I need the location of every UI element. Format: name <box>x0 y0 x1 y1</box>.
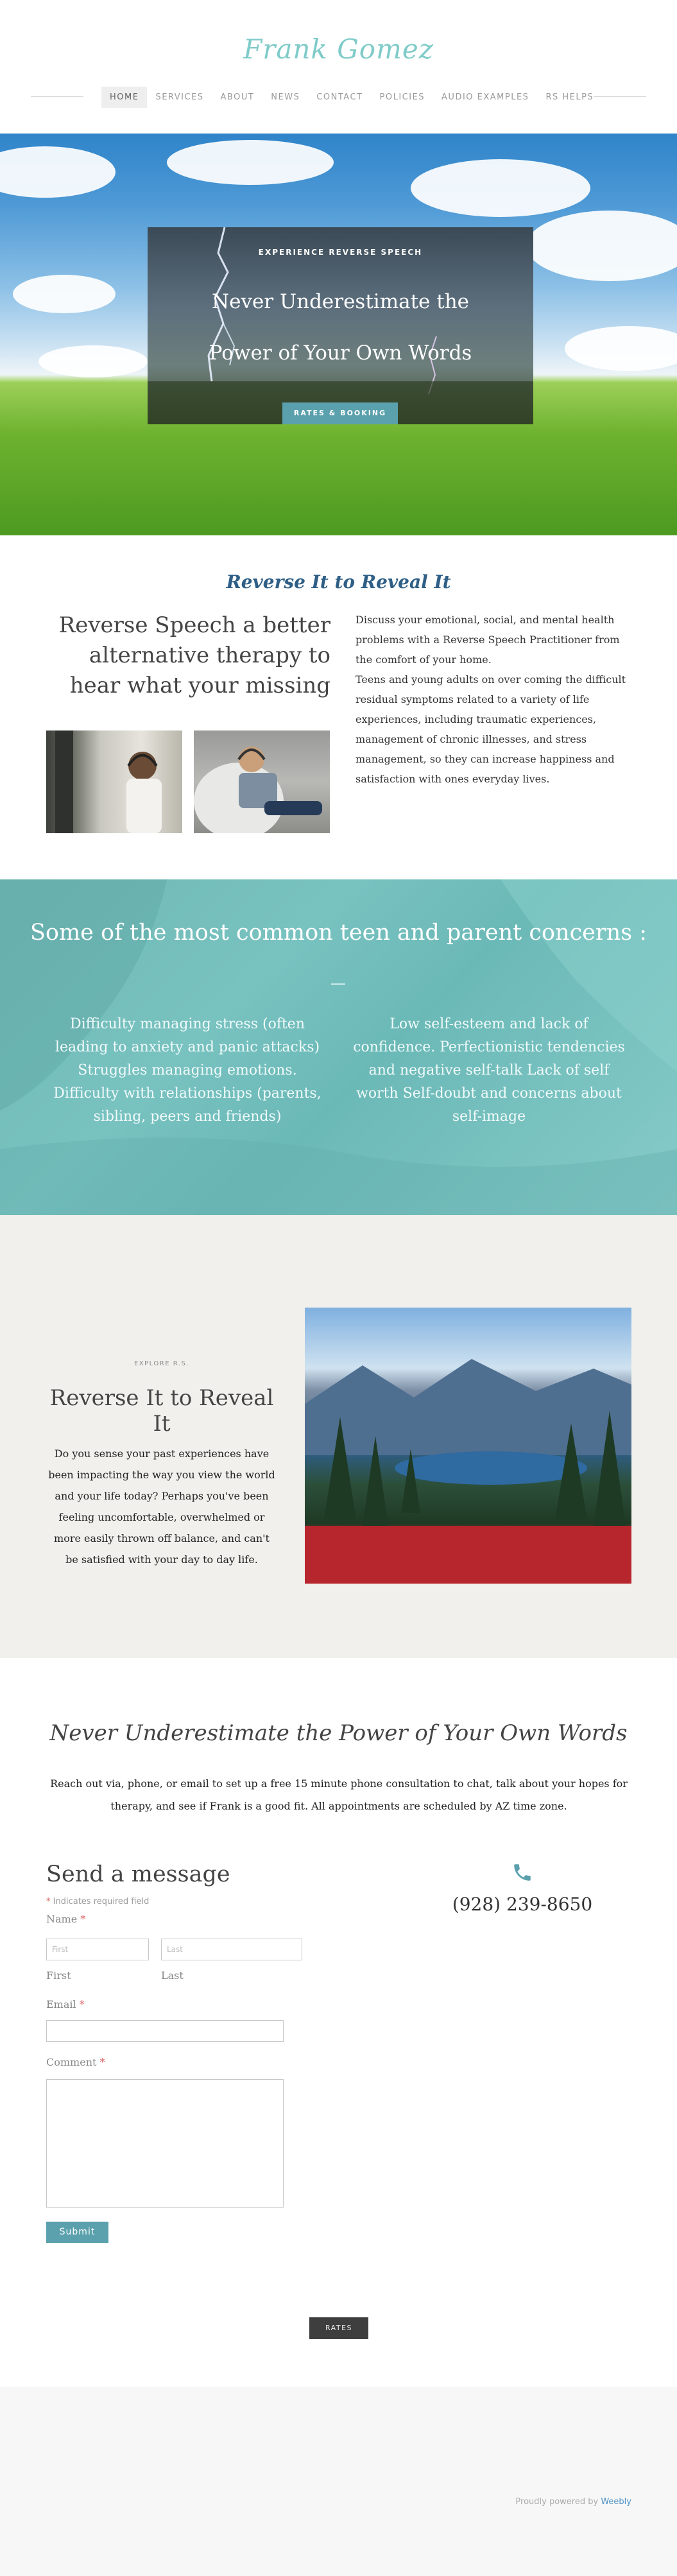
nav-contact[interactable]: CONTACT <box>308 87 371 108</box>
cloud-decoration <box>0 146 116 198</box>
concerns-section: Some of the most common teen and parent … <box>0 879 677 1215</box>
first-name-sublabel: First <box>46 1969 71 1982</box>
main-nav: HOME SERVICES ABOUT NEWS CONTACT POLICIE… <box>101 87 602 108</box>
powered-by-text: Proudly powered by <box>515 2497 599 2507</box>
explore-section: EXPLORE R.S. Reverse It to Reveal It Do … <box>0 1215 677 1658</box>
explore-body: Do you sense your past experiences have … <box>48 1448 275 1566</box>
submit-button[interactable]: Submit <box>46 2222 108 2243</box>
nav-services[interactable]: SERVICES <box>147 87 212 108</box>
hero-banner: EXPERIENCE REVERSE SPEECH Never Underest… <box>0 134 677 535</box>
required-note: * Indicates required field <box>46 1897 149 1906</box>
phone-icon <box>514 1864 531 1881</box>
required-star: * <box>79 1998 85 2010</box>
required-note-text: Indicates required field <box>53 1897 150 1906</box>
contact-title: Never Underestimate the Power of Your Ow… <box>49 1720 628 1746</box>
email-input[interactable] <box>46 2020 284 2042</box>
hero-eyebrow: EXPERIENCE REVERSE SPEECH <box>258 248 423 257</box>
weebly-link[interactable]: Weebly <box>601 2497 631 2507</box>
hero-title-line2: Power of Your Own Words <box>209 341 472 365</box>
rates-button[interactable]: RATES <box>309 2317 368 2339</box>
hero-card: EXPERIENCE REVERSE SPEECH Never Underest… <box>148 227 533 424</box>
intro-heading: Reverse Speech a better alternative ther… <box>58 612 330 698</box>
last-name-sublabel: Last <box>161 1969 184 1982</box>
name-label: Name * <box>46 1913 85 1925</box>
landscape-illustration <box>305 1359 631 1584</box>
cloud-decoration <box>39 345 148 377</box>
nav-divider-left <box>31 96 83 97</box>
teen-headphones-photo <box>46 730 182 833</box>
nav-news[interactable]: NEWS <box>262 87 308 108</box>
cloud-decoration <box>565 326 677 371</box>
phone-number[interactable]: (928) 239-8650 <box>440 1894 604 1915</box>
cloud-decoration <box>167 140 334 185</box>
intro-body: Discuss your emotional, social, and ment… <box>356 610 633 789</box>
intro-paragraph-1: Discuss your emotional, social, and ment… <box>356 614 620 666</box>
man-headphones-photo <box>194 730 330 833</box>
nav-audio-examples[interactable]: AUDIO EXAMPLES <box>433 87 537 108</box>
nav-about[interactable]: ABOUT <box>212 87 263 108</box>
nav-home[interactable]: HOME <box>101 87 148 108</box>
cloud-decoration <box>526 211 677 281</box>
lightning-bolt-decoration <box>148 227 533 424</box>
cloud-decoration <box>13 275 116 313</box>
concerns-right-list: Low self-esteem and lack of confidence. … <box>353 1016 625 1125</box>
photo-illustration <box>194 747 322 833</box>
site-logo[interactable]: Frank Gomez <box>0 33 677 65</box>
contact-body: Reach out via, phone, or email to set up… <box>50 1777 628 1812</box>
intro-title: Reverse It to Reveal It <box>226 571 451 592</box>
nav-rs-helps[interactable]: RS HELPS <box>537 87 602 108</box>
intro-paragraph-2: Teens and young adults on over coming th… <box>356 673 626 785</box>
concerns-left-list: Difficulty managing stress (often leadin… <box>53 1016 321 1125</box>
required-star: * <box>99 2056 105 2068</box>
nav-policies[interactable]: POLICIES <box>372 87 434 108</box>
concerns-divider <box>331 983 345 985</box>
name-label-text: Name <box>46 1913 78 1925</box>
email-label: Email * <box>46 1998 85 2010</box>
required-star: * <box>46 1897 51 1906</box>
explore-title: Reverse It to Reveal It <box>49 1385 274 1437</box>
comment-label-text: Comment <box>46 2056 97 2068</box>
comment-label: Comment * <box>46 2056 105 2068</box>
mountain-lake-photo <box>305 1308 631 1584</box>
email-label-text: Email <box>46 1998 76 2010</box>
first-name-input[interactable]: First <box>46 1939 149 1960</box>
site-header: Frank Gomez HOME SERVICES ABOUT NEWS CON… <box>0 0 677 134</box>
explore-eyebrow: EXPLORE R.S. <box>133 1360 190 1367</box>
last-name-input[interactable]: Last <box>161 1939 302 1960</box>
cloud-decoration <box>411 159 590 217</box>
rates-booking-button[interactable]: RATES & BOOKING <box>282 402 398 424</box>
photo-illustration <box>55 730 162 833</box>
hero-title-line1: Never Underestimate the <box>211 290 470 313</box>
required-star: * <box>80 1913 86 1925</box>
nav-divider-right <box>594 96 646 97</box>
concerns-title: Some of the most common teen and parent … <box>30 920 647 946</box>
form-title: Send a message <box>46 1862 230 1887</box>
site-footer: Proudly powered by Weebly <box>0 2387 677 2576</box>
powered-by: Proudly powered by Weebly <box>515 2497 631 2507</box>
comment-textarea[interactable] <box>46 2079 284 2208</box>
